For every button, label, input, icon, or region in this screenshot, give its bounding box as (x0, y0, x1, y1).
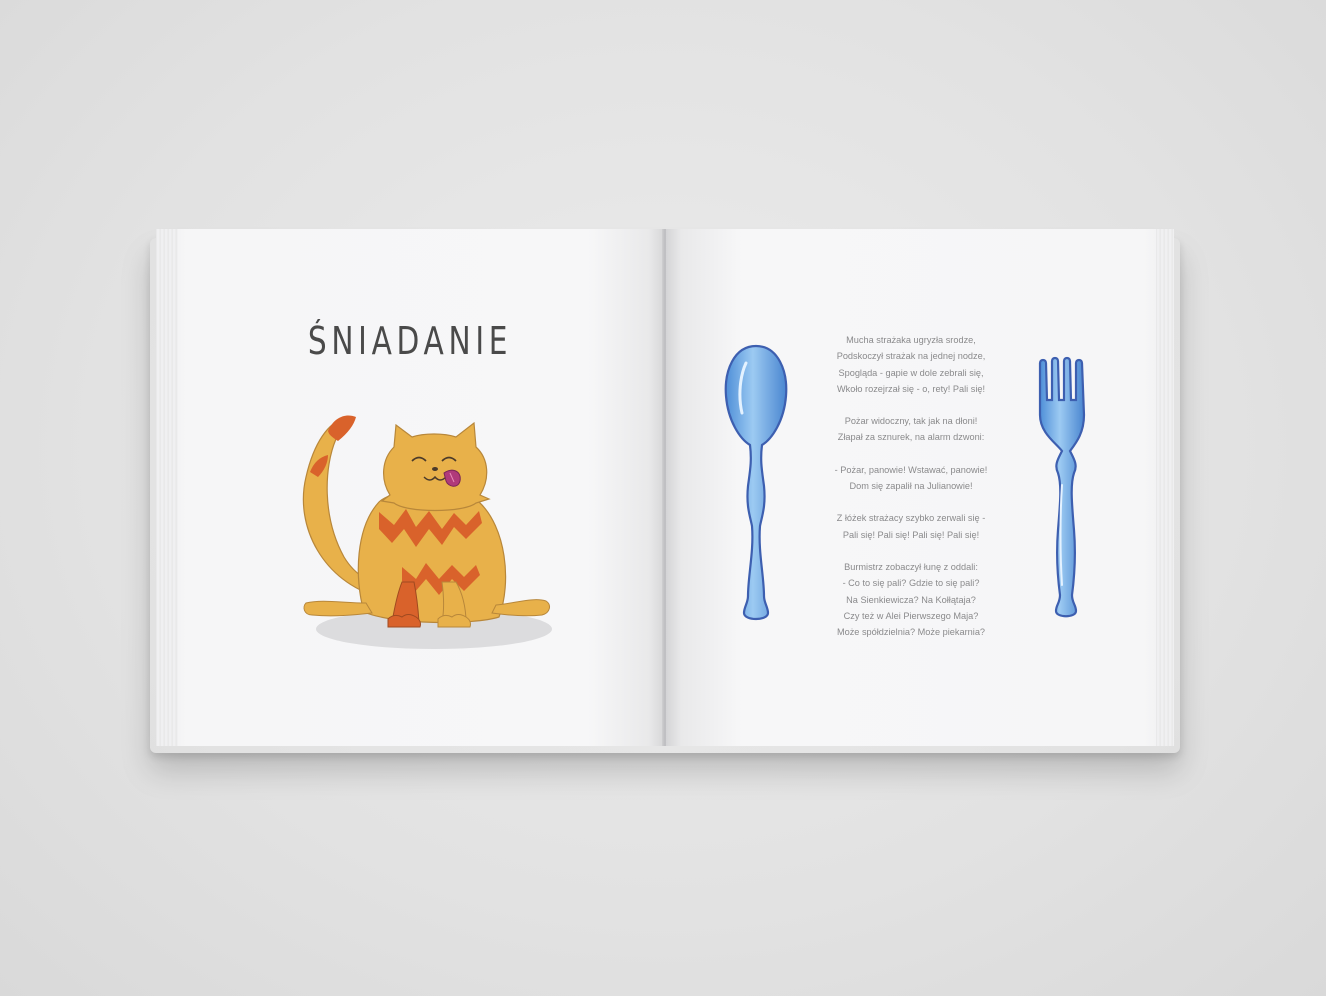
fork-icon (1038, 356, 1086, 618)
poem-line: Spogląda - gapie w dole zebrali się, (838, 367, 984, 378)
poem-line: - Pożar, panowie! Wstawać, panowie! (834, 464, 988, 475)
poem-line: Z łóżek strażacy szybko zerwali się - (836, 513, 986, 524)
page-edges-right (1156, 229, 1174, 746)
poem-line: - Co to się pali? Gdzie to się pali? (842, 578, 980, 589)
cat-illustration (302, 415, 552, 649)
page-edges-left (156, 229, 178, 746)
left-page: ŚNIADANIE (156, 229, 664, 746)
poem-line: Złapał za sznurek, na alarm dzwoni: (837, 432, 985, 443)
poem-line: Wkoło rozejrzał się - o, rety! Pali się! (836, 383, 986, 394)
poem-stanza-4: Z łóżek strażacy szybko zerwali się - Pa… (814, 510, 1008, 543)
right-page: Mucha strażaka ugryzła srodze, Podskoczy… (666, 229, 1174, 746)
poem-line: Czy też w Alei Pierwszego Maja? (843, 610, 979, 621)
poem-stanza-3: - Pożar, panowie! Wstawać, panowie! Dom … (814, 462, 1008, 495)
poem-stanza-1: Mucha strażaka ugryzła srodze, Podskoczy… (814, 332, 1008, 397)
poem-line: Pożar widoczny, tak jak na dłoni! (844, 416, 978, 427)
poem-line: Pali się! Pali się! Pali się! Pali się! (842, 529, 980, 540)
poem-line: Może spółdzielnia? Może piekarnia? (836, 627, 986, 638)
poem-line: Na Sienkiewicza? Na Kołłątaja? (846, 594, 976, 605)
poem-line: Dom się zapalił na Julianowie! (849, 481, 973, 492)
poem-stanza-5: Burmistrz zobaczył łunę z oddali: - Co t… (814, 559, 1008, 640)
poem-line: Podskoczył strażak na jednej nodze, (836, 351, 986, 362)
poem-text: Mucha strażaka ugryzła srodze, Podskoczy… (814, 332, 1008, 656)
poem-line: Mucha strażaka ugryzła srodze, (846, 335, 976, 345)
poem-line: Burmistrz zobaczył łunę z oddali: (844, 561, 978, 572)
page-title: ŚNIADANIE (307, 319, 513, 363)
poem-stanza-2: Pożar widoczny, tak jak na dłoni! Złapał… (814, 413, 1008, 446)
spoon-icon (724, 344, 788, 621)
